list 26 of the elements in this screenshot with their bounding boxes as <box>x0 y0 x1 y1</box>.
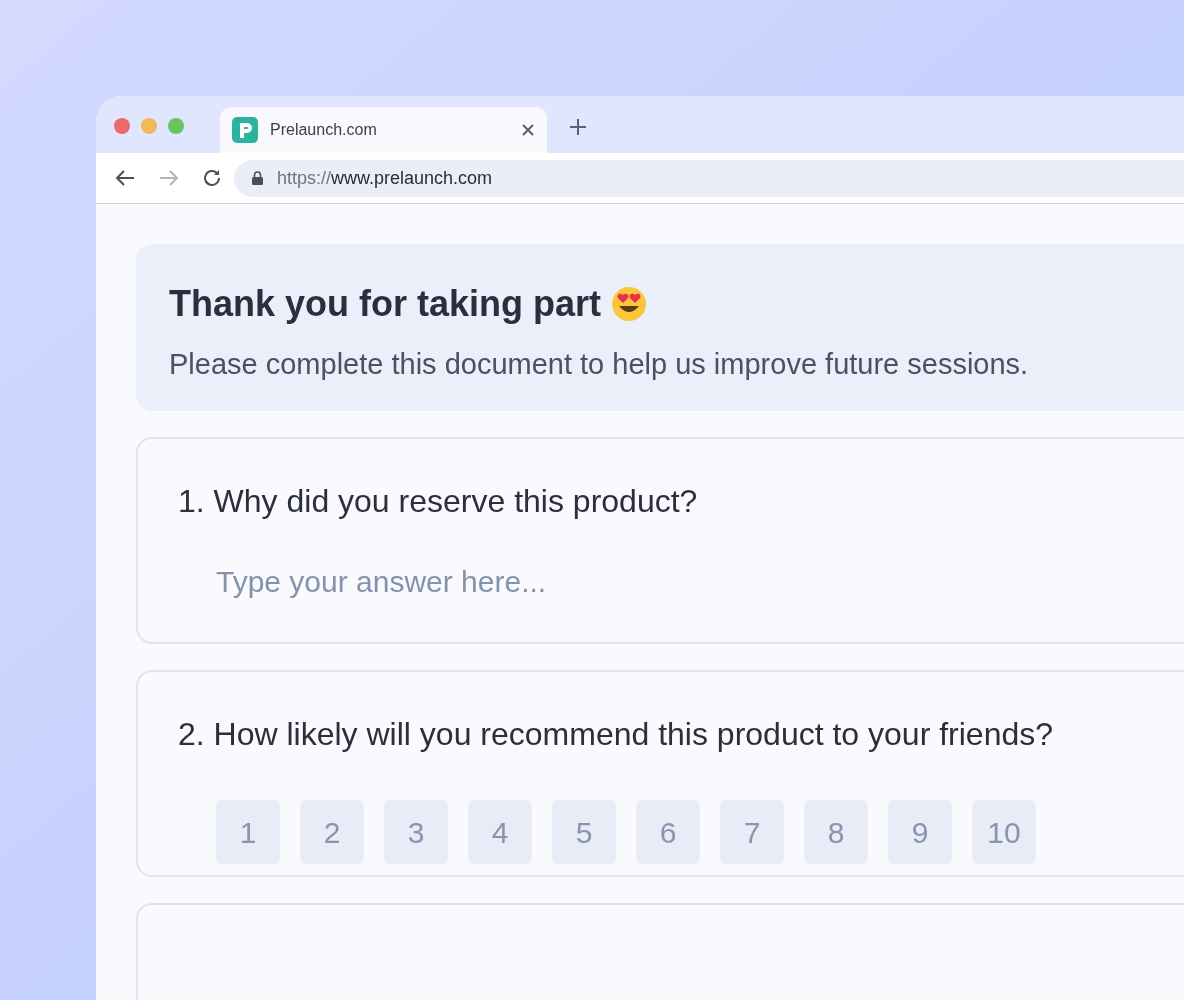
rating-button[interactable]: 4 <box>468 800 532 864</box>
rating-button[interactable]: 2 <box>300 800 364 864</box>
question-text: 1. Why did you reserve this product? <box>178 482 699 521</box>
browser-tab[interactable]: Prelaunch.com <box>220 107 547 153</box>
rating-button[interactable]: 7 <box>720 800 784 864</box>
tab-title: Prelaunch.com <box>270 120 377 140</box>
rating-button[interactable]: 1 <box>216 800 280 864</box>
rating-button[interactable]: 3 <box>384 800 448 864</box>
rating-button[interactable]: 6 <box>636 800 700 864</box>
logo-icon <box>232 117 258 143</box>
rating-button[interactable]: 5 <box>552 800 616 864</box>
heading: Thank you for taking part <box>169 282 602 326</box>
subtitle: Please complete this document to help us improve future sessions. <box>169 347 1030 382</box>
new-tab-icon[interactable] <box>569 117 587 136</box>
rating-button[interactable]: 8 <box>804 800 868 864</box>
url-text: https://www.prelaunch.com <box>277 166 493 190</box>
question-text: 2. How likely will you recommend this product to your friends? <box>178 715 1055 754</box>
lock-icon <box>252 171 263 185</box>
heart-eyes-emoji-icon <box>611 286 648 322</box>
rating-button[interactable]: 10 <box>972 800 1036 864</box>
reload-icon[interactable] <box>202 168 222 188</box>
close-tab-icon[interactable] <box>521 123 535 137</box>
address-bar[interactable]: https://www.prelaunch.com <box>234 159 1184 197</box>
rating-button[interactable]: 9 <box>888 800 952 864</box>
back-icon[interactable] <box>114 169 136 187</box>
answer-field[interactable]: Type your answer here... <box>216 561 1116 601</box>
